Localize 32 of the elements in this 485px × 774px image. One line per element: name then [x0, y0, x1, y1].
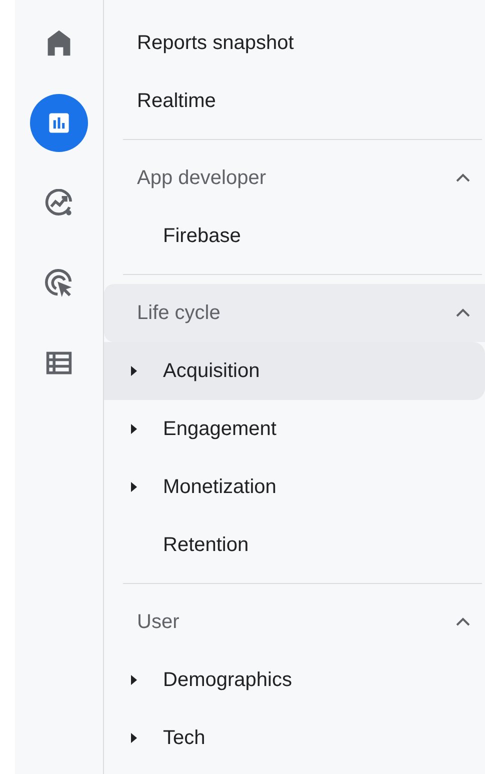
nav-item-label: Engagement [163, 417, 276, 442]
target-cursor-icon [45, 269, 73, 297]
expand-arrow-icon[interactable] [130, 675, 136, 685]
nav-item[interactable]: Firebase [104, 207, 485, 265]
chevron-up-icon[interactable] [455, 173, 471, 183]
expand-arrow-icon[interactable] [130, 366, 136, 376]
home-icon [45, 29, 73, 57]
nav-item[interactable]: Monetization [104, 458, 485, 516]
nav-item[interactable]: Tech [104, 709, 485, 767]
nav-item-label: Monetization [163, 475, 276, 500]
chevron-up-icon[interactable] [455, 308, 471, 318]
nav-item-label: Retention [163, 533, 249, 558]
list-icon [45, 349, 73, 377]
section-title: User [137, 610, 180, 635]
section-header[interactable]: Life cycle [104, 284, 485, 342]
nav-item[interactable]: Retention [104, 516, 485, 574]
nav-item[interactable]: Acquisition [104, 342, 485, 400]
trend-chart-icon [45, 189, 73, 217]
chevron-up-icon[interactable] [455, 617, 471, 627]
nav-item-label: Demographics [163, 668, 292, 693]
section-title: App developer [137, 166, 266, 191]
nav-item[interactable]: Engagement [104, 400, 485, 458]
nav-item[interactable]: Reports snapshot [104, 14, 485, 72]
nav-item-label: Firebase [163, 224, 241, 249]
expand-arrow-icon[interactable] [130, 424, 136, 434]
nav-item[interactable]: Realtime [104, 72, 485, 130]
nav-item-label: Tech [163, 726, 206, 751]
nav-item[interactable]: Demographics [104, 651, 485, 709]
nav-item-label: Acquisition [163, 359, 260, 384]
section-title: Life cycle [137, 301, 220, 326]
expand-arrow-icon[interactable] [130, 482, 136, 492]
expand-arrow-icon[interactable] [130, 733, 136, 743]
